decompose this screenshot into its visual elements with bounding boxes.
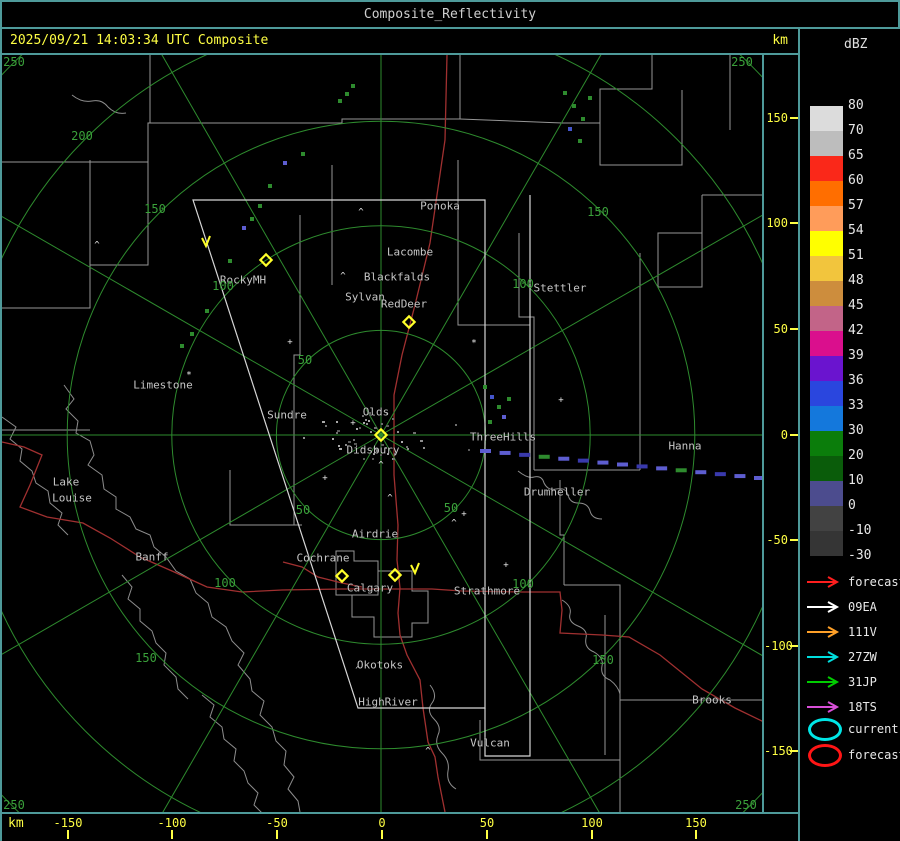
title-bar: Composite_Reflectivity [2, 2, 898, 29]
legend-row-forecast: forecast [800, 575, 900, 589]
range-ring-label: 250 [731, 55, 753, 69]
y-axis-tick-mark [790, 750, 798, 752]
radar-viewer-window: Composite_Reflectivity 2025/09/21 14:03:… [0, 0, 900, 841]
range-ring-label: 100 [512, 577, 534, 591]
y-axis-tick-mark [790, 539, 798, 541]
legend-label: forecast [848, 575, 900, 589]
y-axis-tick-label: -100 [764, 639, 793, 653]
legend-label: 27ZW [848, 650, 877, 664]
range-ring-label: 50 [295, 503, 311, 517]
legend-row-forecast: forecast [800, 744, 900, 767]
legend-row-31jp: 31JP [800, 675, 900, 689]
bottom-axis: km -150 -100 -50 0 50 100 150 [2, 814, 798, 841]
x-axis-tick-label: -50 [266, 816, 288, 830]
legend-row-27zw: 27ZW [800, 650, 900, 664]
legend-label: 31JP [848, 675, 877, 689]
y-axis-tick-label: 100 [766, 216, 788, 230]
y-axis-tick-label: 50 [773, 322, 788, 336]
range-ring-label: 150 [144, 202, 166, 216]
legend-label: 18TS [848, 700, 877, 714]
legend-label: 111V [848, 625, 877, 639]
x-axis-tick-mark [171, 830, 173, 839]
range-ring-label: 150 [592, 653, 614, 667]
range-ring-label: 100 [212, 279, 234, 293]
legend-label: forecast [848, 748, 900, 762]
y-axis-tick-label: -150 [764, 744, 793, 758]
27zw-arrow-icon [807, 651, 840, 663]
111v-arrow-icon [807, 626, 840, 638]
y-axis-tick-label: 150 [766, 111, 788, 125]
legend-row-18ts: 18TS [800, 700, 900, 714]
range-ring-label: 50 [297, 353, 313, 367]
18ts-arrow-icon [807, 701, 840, 713]
range-ring-label: 250 [735, 798, 757, 812]
ring-label-layer: 50 100 150 200 250 100 150 250 50 100 150 250 50 100 1… [2, 55, 762, 812]
range-ring-label: 150 [587, 205, 609, 219]
range-ring-label: 100 [512, 277, 534, 291]
31jp-arrow-icon [807, 676, 840, 688]
x-axis-tick-mark [67, 830, 69, 839]
legend-row-current: current [800, 718, 900, 741]
x-axis-tick-label: -150 [53, 816, 83, 830]
forecast-arrow-icon [807, 576, 840, 588]
storm-legend: forecast 09EA 111V 27ZW 31JP 18TS current forec… [800, 29, 900, 841]
forecast-ellipse-icon [808, 744, 842, 767]
info-bar: 2025/09/21 14:03:34 UTC Composite km [2, 29, 798, 55]
unit-label-top: km [772, 33, 788, 48]
x-axis-tick-label: 0 [378, 816, 386, 830]
y-axis-tick-mark [790, 434, 798, 436]
legend-row-09ea: 09EA [800, 600, 900, 614]
unit-label-bottom: km [8, 816, 24, 831]
timestamp-label: 2025/09/21 14:03:34 UTC Composite [10, 33, 269, 48]
x-axis-tick-label: 50 [479, 816, 495, 830]
x-axis-tick-mark [486, 830, 488, 839]
y-axis-tick-label: 0 [780, 428, 788, 442]
range-ring-label: 150 [135, 651, 157, 665]
y-axis-tick-mark [790, 117, 798, 119]
radar-map: ^ ^ ^ ^ ^ ^ ^ ^ + + + + + + * * Ponoka Lacombe Blackfalds… [2, 55, 762, 812]
x-axis-tick-mark [695, 830, 697, 839]
range-ring-label: 250 [3, 55, 25, 69]
legend-row-111v: 111V [800, 625, 900, 639]
range-ring-label: 200 [71, 129, 93, 143]
colorbar-panel: dBZ 80 70 65 60 57 54 51 48 45 42 39 36 33 30 20 10 0 -10… [800, 29, 900, 841]
range-ring-label: 250 [3, 798, 25, 812]
range-ring-label: 50 [443, 501, 459, 515]
09ea-arrow-icon [807, 601, 840, 613]
legend-label: current [848, 722, 899, 736]
y-axis-tick-label: -50 [766, 533, 788, 547]
x-axis-tick-label: -100 [157, 816, 187, 830]
legend-label: 09EA [848, 600, 877, 614]
x-axis-tick-label: 100 [581, 816, 603, 830]
x-axis-tick-mark [276, 830, 278, 839]
window-title: Composite_Reflectivity [363, 7, 537, 22]
x-axis-tick-mark [381, 830, 383, 839]
y-axis-tick-mark [790, 328, 798, 330]
range-ring-label: 100 [214, 576, 236, 590]
x-axis-tick-label: 150 [685, 816, 707, 830]
y-axis-tick-mark [790, 222, 798, 224]
x-axis-tick-mark [591, 830, 593, 839]
y-axis-tick-mark [790, 645, 798, 647]
current-ellipse-icon [808, 718, 842, 741]
right-axis: 150 100 50 0 -50 -100 -150 [764, 55, 798, 812]
